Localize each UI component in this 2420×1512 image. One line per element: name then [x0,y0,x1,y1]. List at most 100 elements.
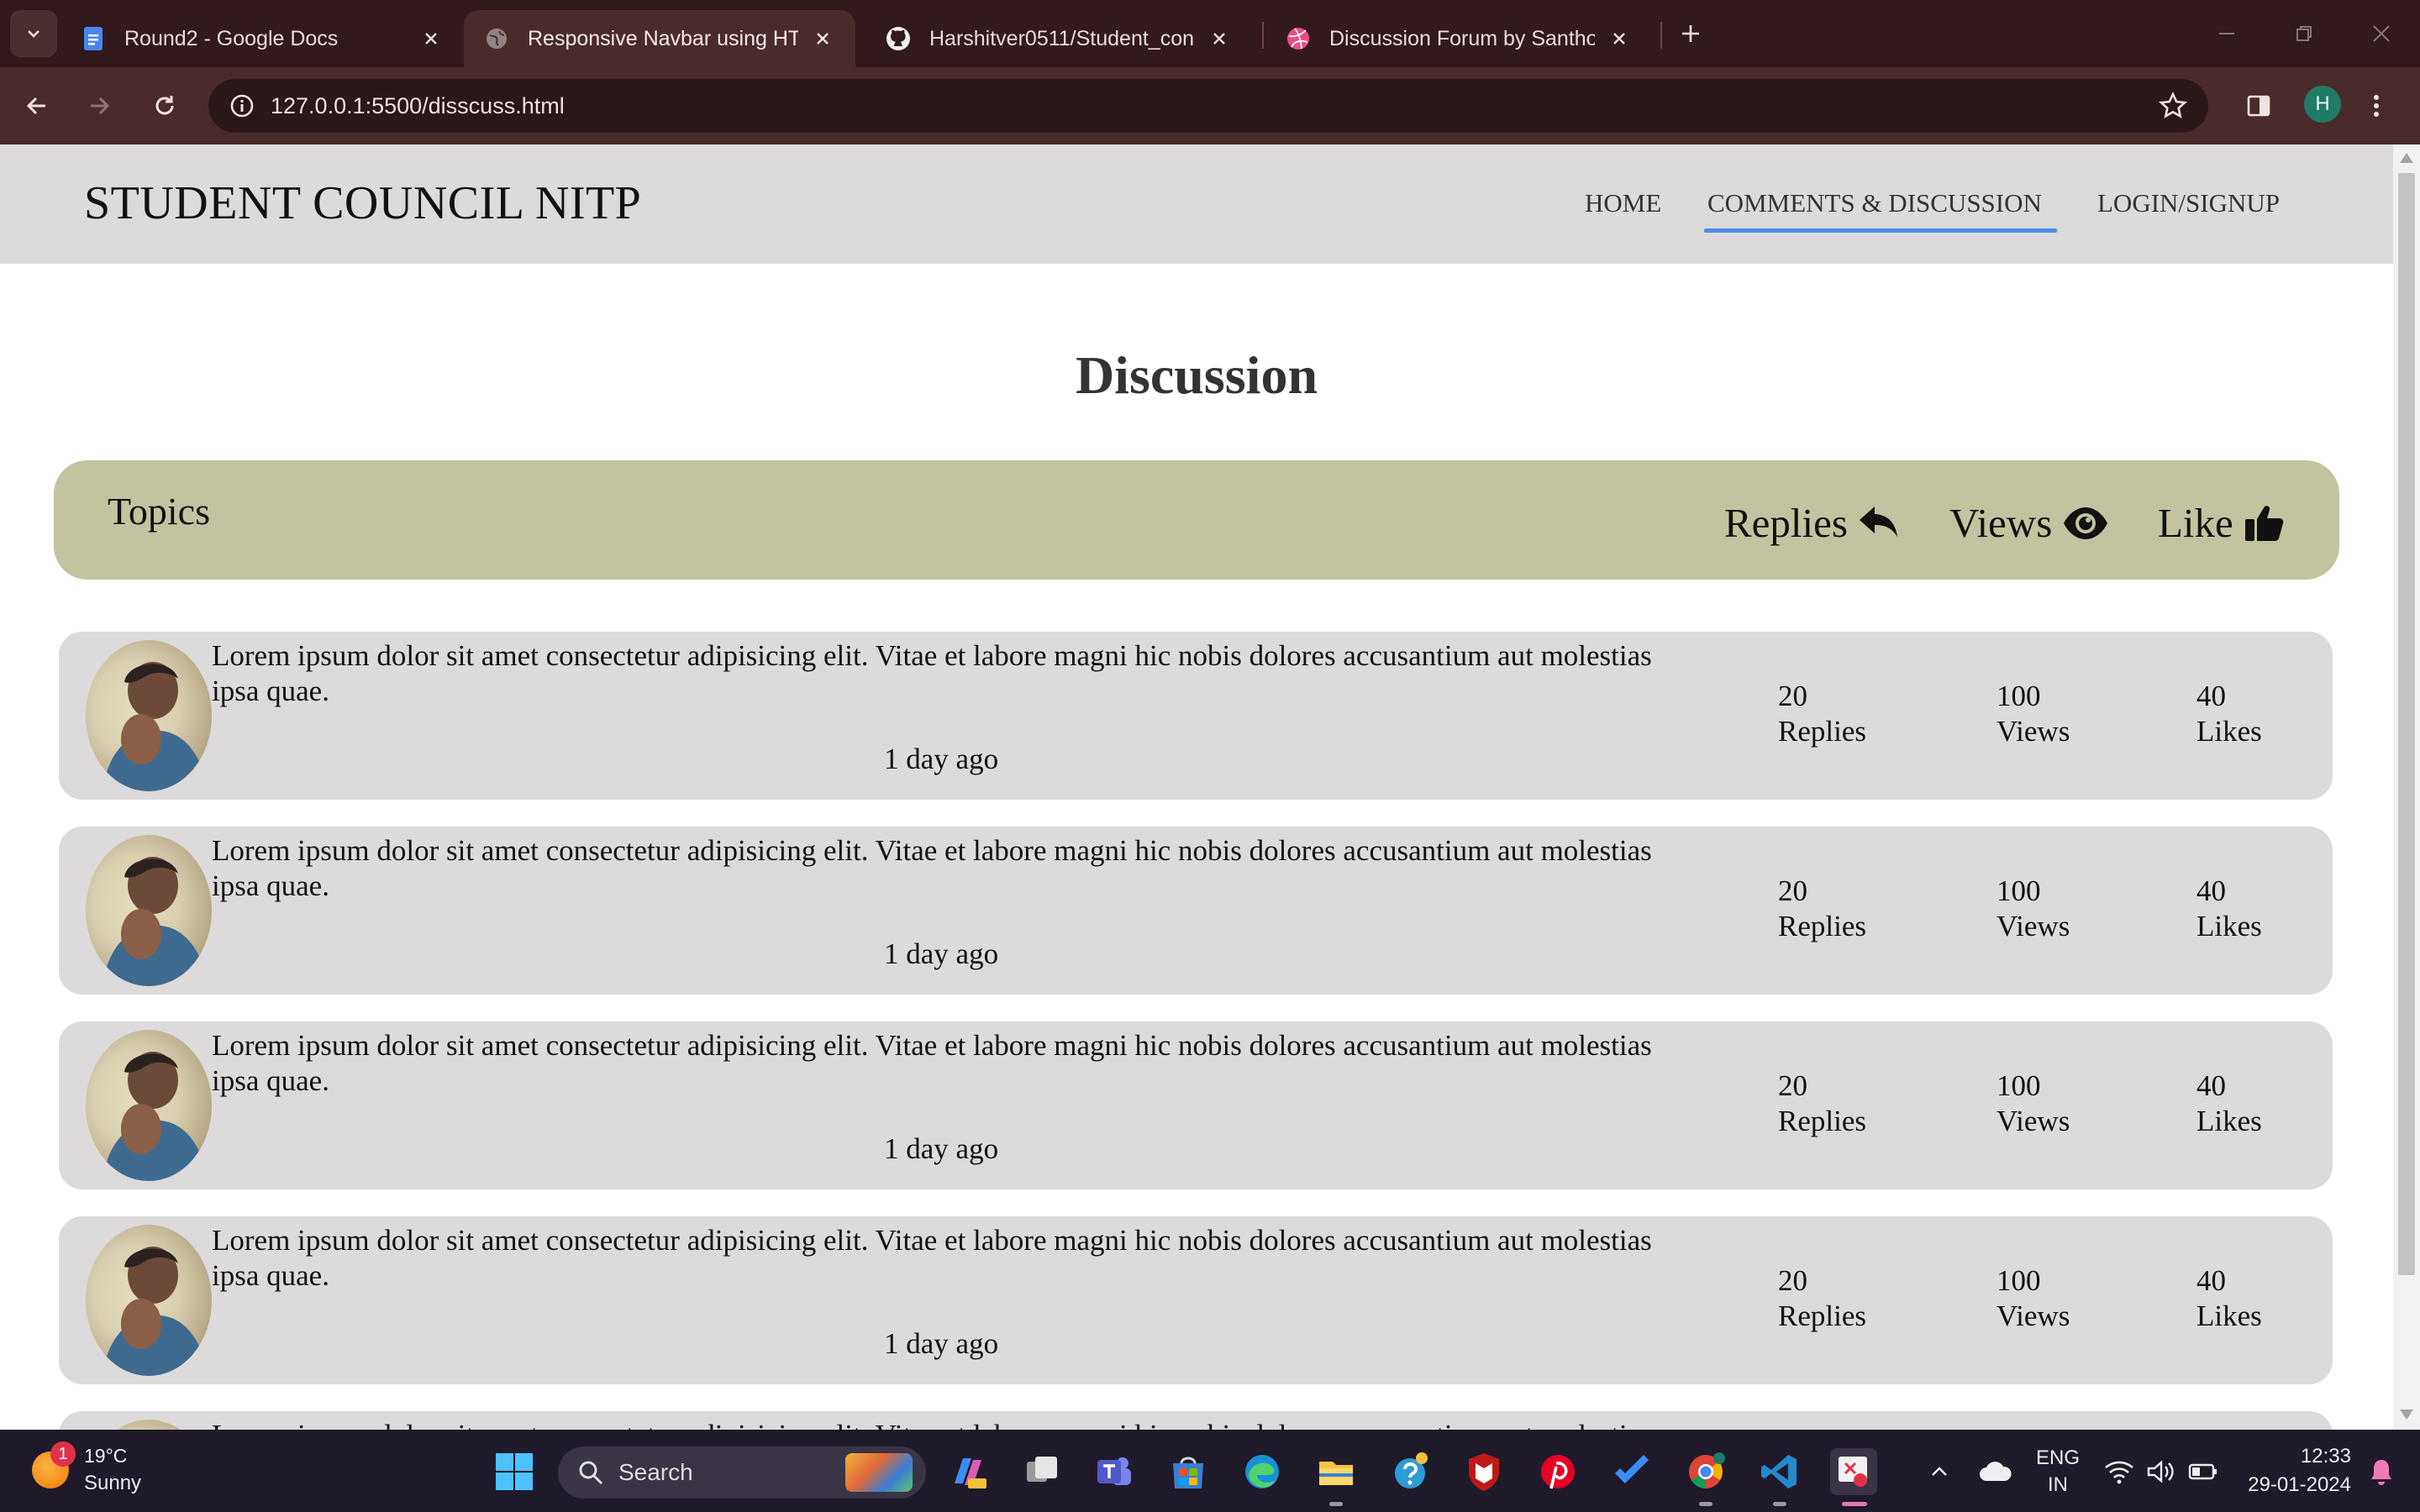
taskbar-search-box[interactable]: Search [558,1446,926,1499]
nav-link-login-signup[interactable]: LOGIN/SIGNUP [2097,188,2280,218]
kebab-menu-icon [2374,95,2379,117]
site-brand[interactable]: STUDENT COUNCIL NITP [84,176,641,230]
language-line1[interactable]: ENG [2027,1446,2089,1470]
snipping-tool-icon[interactable] [1830,1448,1877,1495]
tab-discussion-forum[interactable]: Discussion Forum by Santhoshi [1265,10,1652,67]
likes-label: Likes [2196,910,2262,942]
tab-responsive-navbar[interactable]: Responsive Navbar using HTML [464,10,855,67]
notification-bell-icon[interactable] [2358,1448,2405,1495]
running-indicator [1773,1502,1786,1506]
views-label: Views [1996,715,2070,748]
windows-taskbar: 1 19°C Sunny Search ENG IN 12:33 29-01-2… [0,1430,2420,1512]
wifi-icon[interactable] [2099,1448,2139,1495]
post-views-stat: 100 Views [1996,1263,2070,1334]
weather-temperature: 19°C [84,1445,128,1467]
forward-button[interactable] [76,82,123,129]
file-explorer-icon[interactable] [1313,1448,1360,1495]
microsoft-store-icon[interactable] [1165,1448,1212,1495]
minimize-icon [2219,33,2234,34]
help-icon[interactable] [1386,1448,1434,1495]
likes-count: 40 [2196,680,2226,712]
pinterest-icon[interactable] [1534,1448,1581,1495]
post-replies-stat: 20 Replies [1778,1263,1866,1334]
topics-label: Topics [108,490,210,533]
discussion-post[interactable]: Lorem ipsum dolor sit amet consectetur a… [59,1411,2333,1430]
search-icon [576,1458,605,1487]
tab-github[interactable]: Harshitver0511/Student_concil_ [865,10,1252,67]
post-likes-stat: 40 Likes [2196,1068,2262,1139]
replies-label: Replies [1778,1299,1866,1332]
post-views-stat: 100 Views [1996,679,2070,749]
minimize-button[interactable] [2202,12,2252,55]
close-icon[interactable] [418,26,444,51]
back-button[interactable] [13,82,60,129]
url-text[interactable]: 127.0.0.1:5500/disscuss.html [271,79,565,133]
page-scrollbar[interactable] [2393,144,2420,1430]
tab-google-docs[interactable]: Round2 - Google Docs [60,10,464,67]
nav-link-comments-discussion[interactable]: COMMENTS & DISCUSSION [1707,188,2042,218]
edge-browser-icon[interactable] [1239,1448,1286,1495]
post-text: Lorem ipsum dolor sit amet consectetur a… [212,639,1652,707]
restore-button[interactable] [2279,12,2329,55]
close-icon [2373,25,2390,42]
replies-count: 20 [1778,1264,1807,1297]
chrome-icon[interactable] [1682,1448,1729,1495]
like-column-header: Like [2158,499,2286,547]
language-line2[interactable]: IN [2027,1473,2089,1497]
scroll-down-arrow-icon[interactable] [2400,1410,2413,1420]
tab-search-dropdown-button[interactable] [10,10,57,57]
weather-description: Sunny [84,1472,142,1494]
discussion-post[interactable]: Lorem ipsum dolor sit amet consectetur a… [59,827,2333,995]
close-window-button[interactable] [2356,12,2407,55]
scroll-up-arrow-icon[interactable] [2400,153,2413,163]
eye-icon [2062,505,2109,542]
close-icon[interactable] [1607,26,1632,51]
views-column-header: Views [1949,499,2109,547]
discussion-post[interactable]: Lorem ipsum dolor sit amet consectetur a… [59,1216,2333,1384]
vscode-icon[interactable] [1756,1448,1803,1495]
copilot-icon[interactable] [944,1448,992,1495]
teams-icon[interactable] [1091,1448,1138,1495]
likes-label: Likes [2196,715,2262,748]
likes-count: 40 [2196,874,2226,907]
show-hidden-icons-chevron-icon[interactable] [1916,1448,1963,1495]
notification-badge: 1 [50,1441,76,1467]
arrow-right-icon [91,97,110,115]
mcafee-icon[interactable] [1460,1448,1507,1495]
dribbble-icon [1286,26,1311,51]
views-count: 100 [1996,1069,2041,1102]
nav-link-home[interactable]: HOME [1585,188,1661,218]
windows-start-icon[interactable] [491,1448,538,1495]
site-info-icon[interactable] [225,89,259,123]
active-indicator [1842,1502,1867,1506]
profile-avatar[interactable]: H [2304,86,2341,123]
post-likes-stat: 40 Likes [2196,1263,2262,1334]
close-icon[interactable] [810,26,835,51]
clock-time[interactable]: 12:33 [2233,1445,2351,1468]
bookmark-star-icon[interactable] [2156,89,2190,123]
new-tab-button[interactable] [1672,15,1709,52]
like-header-label: Like [2158,500,2233,546]
discussion-post[interactable]: Lorem ipsum dolor sit amet consectetur a… [59,1021,2333,1189]
user-avatar [86,1225,212,1376]
replies-label: Replies [1778,910,1866,942]
scrollbar-thumb[interactable] [2398,173,2415,1275]
side-panel-button[interactable] [2235,82,2282,129]
clock-date[interactable]: 29-01-2024 [2233,1473,2351,1497]
close-icon[interactable] [1207,26,1232,51]
discussion-post[interactable]: Lorem ipsum dolor sit amet consectetur a… [59,632,2333,800]
likes-label: Likes [2196,1299,2262,1332]
replies-count: 20 [1778,1069,1807,1102]
volume-icon[interactable] [2141,1448,2181,1495]
todo-icon[interactable] [1608,1448,1655,1495]
address-bar[interactable]: 127.0.0.1:5500/disscuss.html [208,79,2208,133]
reload-button[interactable] [141,82,188,129]
browser-menu-button[interactable] [2360,82,2393,129]
battery-icon[interactable] [2183,1448,2223,1495]
browser-toolbar: 127.0.0.1:5500/disscuss.html H [0,67,2420,144]
likes-count: 40 [2196,1069,2226,1102]
onedrive-cloud-icon[interactable] [1971,1448,2018,1495]
reload-icon [155,96,174,115]
reply-icon [1858,505,1900,542]
task-view-icon[interactable] [1018,1448,1065,1495]
